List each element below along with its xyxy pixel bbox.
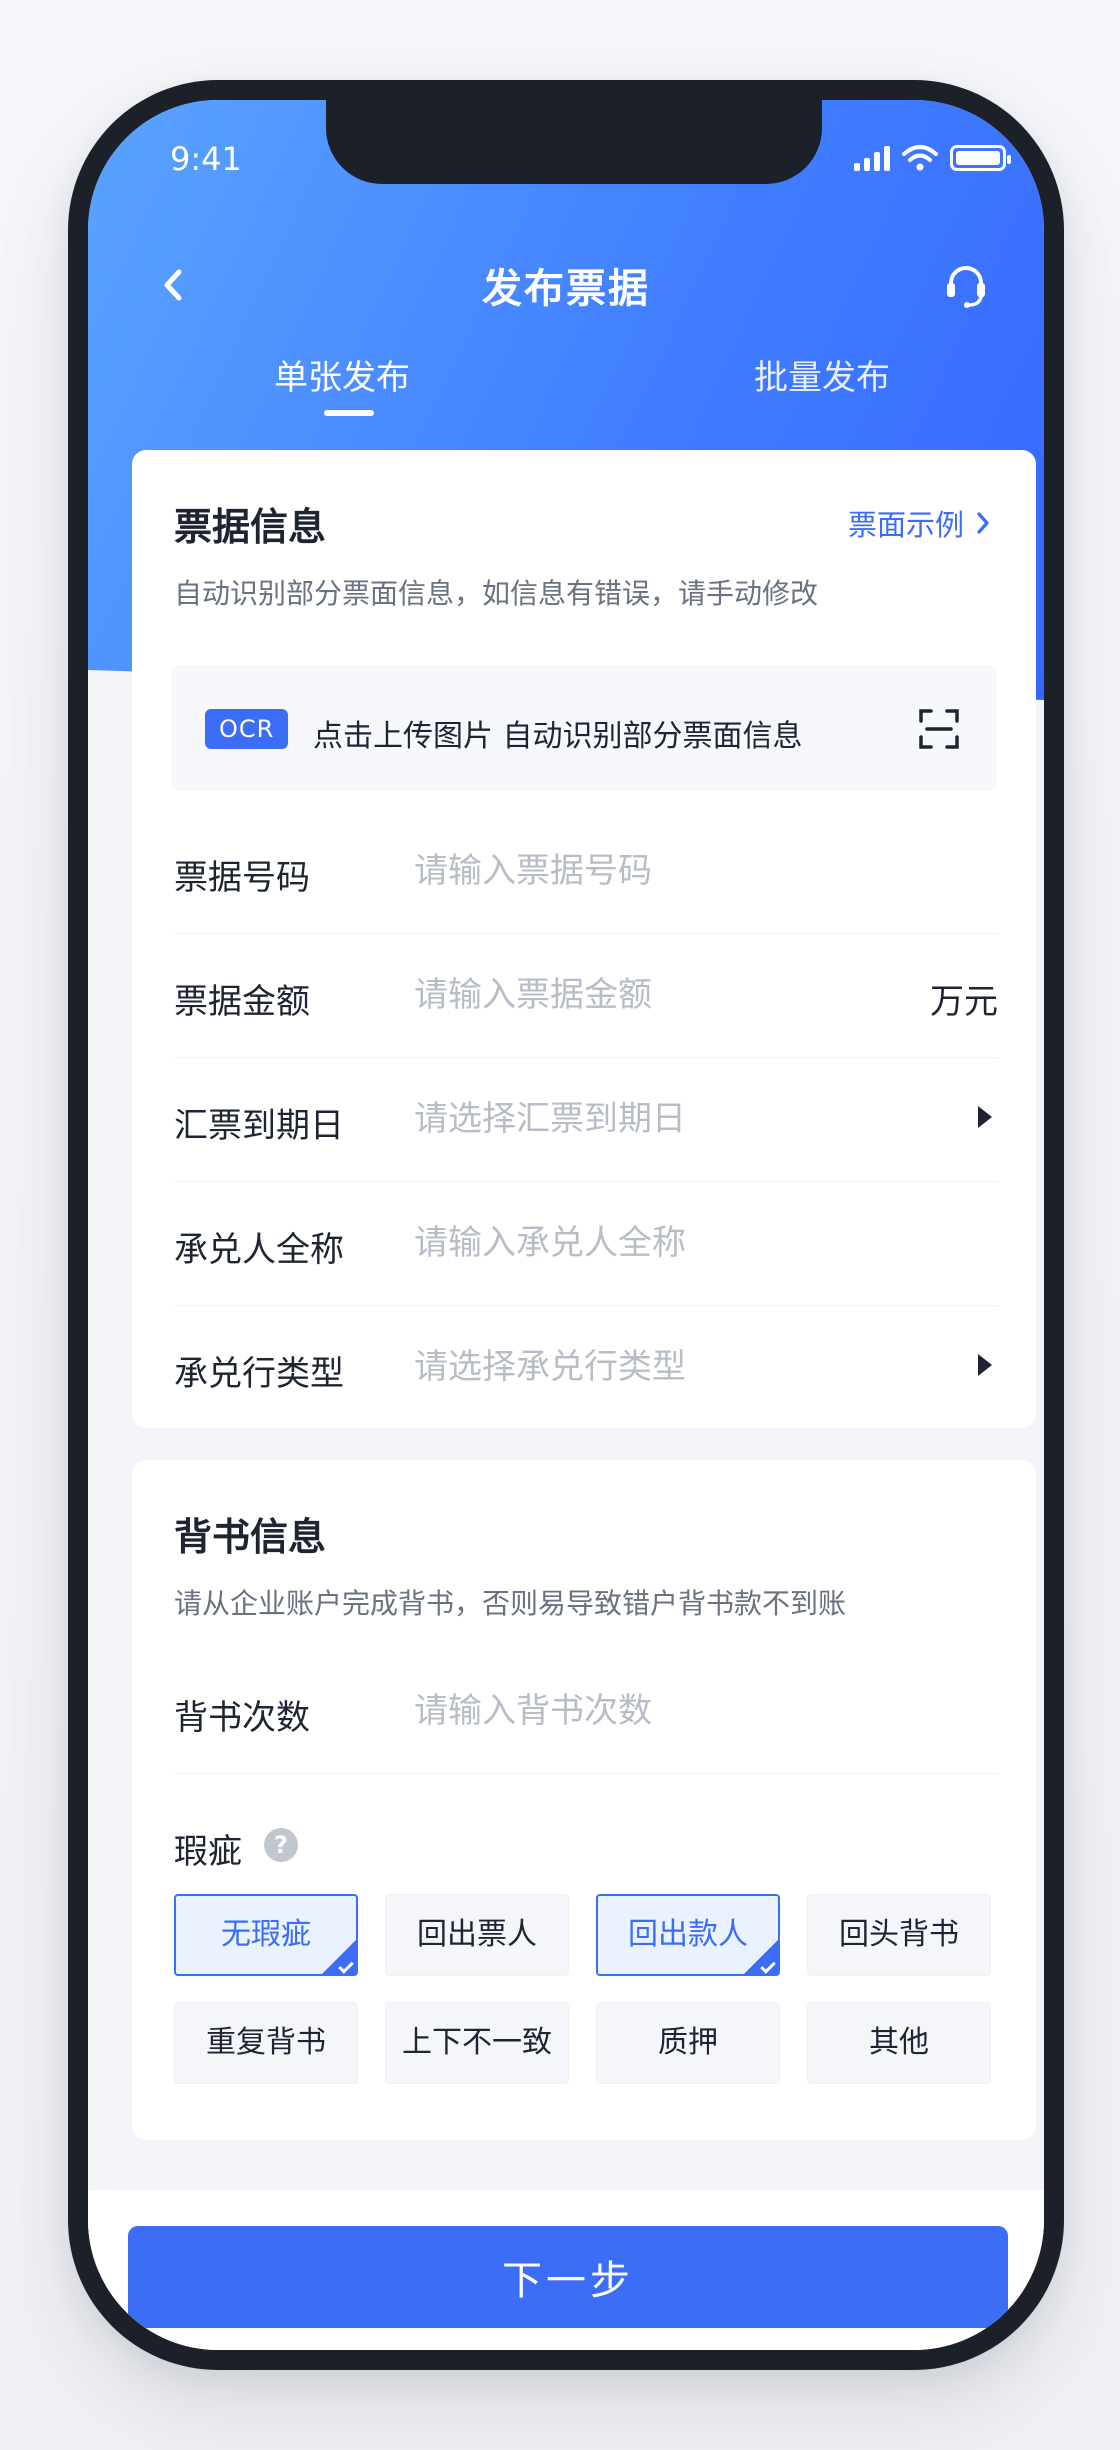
navbar: 发布票据 — [88, 250, 1044, 320]
endorsement-info-card: 背书信息 请从企业账户完成背书，否则易导致错户背书款不到账 背书次数 瑕疵 ? … — [132, 1460, 1036, 2140]
customer-service-button[interactable] — [938, 258, 994, 314]
bill-info-card: 票据信息 票面示例 自动识别部分票面信息，如信息有错误，请手动修改 OCR 点击… — [132, 450, 1036, 1428]
acceptor-bank-type-label: 承兑行类型 — [174, 1354, 344, 1394]
flaw-option-repeat-endorsement[interactable]: 重复背书 — [174, 2002, 358, 2084]
flaw-label: 瑕疵 — [174, 1832, 242, 1872]
flaw-option-label: 质押 — [658, 2025, 718, 2060]
endorsement-count-label: 背书次数 — [174, 1698, 310, 1738]
phone-frame: 9:41 发布票据 单张发布 批量发布 票据信息 票面示例 自动识别部分票面信息… — [68, 80, 1064, 2370]
flaw-option-label: 回头背书 — [839, 1917, 959, 1952]
caret-right-icon — [978, 1354, 992, 1376]
publish-tabs: 单张发布 批量发布 — [88, 350, 1044, 430]
headset-icon — [947, 266, 985, 308]
status-time: 9:41 — [170, 140, 242, 178]
flaw-option-label: 回出票人 — [417, 1917, 537, 1952]
tab-single-publish[interactable]: 单张发布 — [274, 350, 410, 399]
bill-amount-input[interactable] — [414, 970, 914, 1020]
bottom-action-bar: 下一步 — [88, 2190, 1044, 2350]
scan-icon[interactable] — [917, 707, 961, 751]
sample-link-label: 票面示例 — [847, 508, 964, 542]
help-icon[interactable]: ? — [264, 1828, 298, 1862]
bill-info-subtitle: 自动识别部分票面信息，如信息有错误，请手动修改 — [174, 577, 819, 610]
signal-icon — [854, 145, 890, 171]
flaw-option-pledge[interactable]: 质押 — [596, 2002, 780, 2084]
endorsement-info-title: 背书信息 — [174, 1515, 327, 1559]
bill-number-row: 票据号码 — [174, 810, 998, 934]
sample-link[interactable]: 票面示例 — [848, 502, 990, 544]
phone-screen: 9:41 发布票据 单张发布 批量发布 票据信息 票面示例 自动识别部分票面信息… — [88, 100, 1044, 2350]
flaw-option-label: 其他 — [869, 2025, 929, 2060]
due-date-row[interactable]: 汇票到期日 — [174, 1058, 998, 1182]
ocr-badge: OCR — [205, 709, 289, 749]
back-button[interactable] — [148, 260, 198, 310]
battery-icon — [950, 145, 1011, 171]
ocr-upload-area[interactable]: OCR 点击上传图片 自动识别部分票面信息 — [172, 666, 996, 790]
status-icons — [854, 144, 1011, 172]
next-step-button[interactable]: 下一步 — [128, 2226, 1008, 2328]
endorsement-count-row: 背书次数 — [174, 1650, 998, 1774]
tab-batch-publish[interactable]: 批量发布 — [754, 350, 890, 399]
endorsement-count-input[interactable] — [414, 1686, 914, 1736]
phone-notch — [326, 100, 822, 184]
flaw-option-label: 回出款人 — [628, 1917, 748, 1952]
acceptor-name-input[interactable] — [414, 1218, 914, 1268]
acceptor-name-label: 承兑人全称 — [174, 1230, 344, 1270]
bill-info-title: 票据信息 — [174, 505, 327, 549]
check-icon — [760, 1958, 776, 1974]
flaw-option-back-to-drawer[interactable]: 回出票人 — [385, 1894, 569, 1976]
acceptor-bank-type-row[interactable]: 承兑行类型 — [174, 1306, 998, 1430]
ocr-hint: 点击上传图片 自动识别部分票面信息 — [313, 719, 803, 754]
check-icon — [338, 1958, 354, 1974]
bill-number-input[interactable] — [414, 846, 914, 896]
tab-indicator — [324, 410, 374, 416]
due-date-select[interactable] — [414, 1094, 914, 1144]
bill-amount-row: 票据金额 万元 — [174, 934, 998, 1058]
caret-right-icon — [978, 1106, 992, 1128]
flaw-option-other[interactable]: 其他 — [807, 2002, 991, 2084]
flaw-option-back-to-payer[interactable]: 回出款人 — [596, 1894, 780, 1976]
due-date-label: 汇票到期日 — [174, 1106, 344, 1146]
flaw-option-label: 无瑕疵 — [221, 1917, 311, 1952]
bill-amount-label: 票据金额 — [174, 982, 310, 1022]
acceptor-name-row: 承兑人全称 — [174, 1182, 998, 1306]
flaw-option-label: 上下不一致 — [402, 2025, 552, 2060]
endorsement-info-subtitle: 请从企业账户完成背书，否则易导致错户背书款不到账 — [174, 1587, 847, 1620]
flaw-option-label: 重复背书 — [206, 2025, 326, 2060]
bill-number-label: 票据号码 — [174, 858, 310, 898]
chevron-left-icon — [164, 269, 182, 301]
acceptor-bank-type-select[interactable] — [414, 1342, 914, 1392]
amount-unit: 万元 — [930, 982, 998, 1022]
page-title: 发布票据 — [482, 266, 650, 312]
flaw-option-return-endorsement[interactable]: 回头背书 — [807, 1894, 991, 1976]
flaw-option-inconsistent[interactable]: 上下不一致 — [385, 2002, 569, 2084]
chevron-right-icon — [977, 512, 989, 534]
wifi-icon — [902, 145, 938, 171]
page-background: 9:41 发布票据 单张发布 批量发布 票据信息 票面示例 自动识别部分票面信息… — [0, 0, 1120, 2450]
flaw-option-none[interactable]: 无瑕疵 — [174, 1894, 358, 1976]
